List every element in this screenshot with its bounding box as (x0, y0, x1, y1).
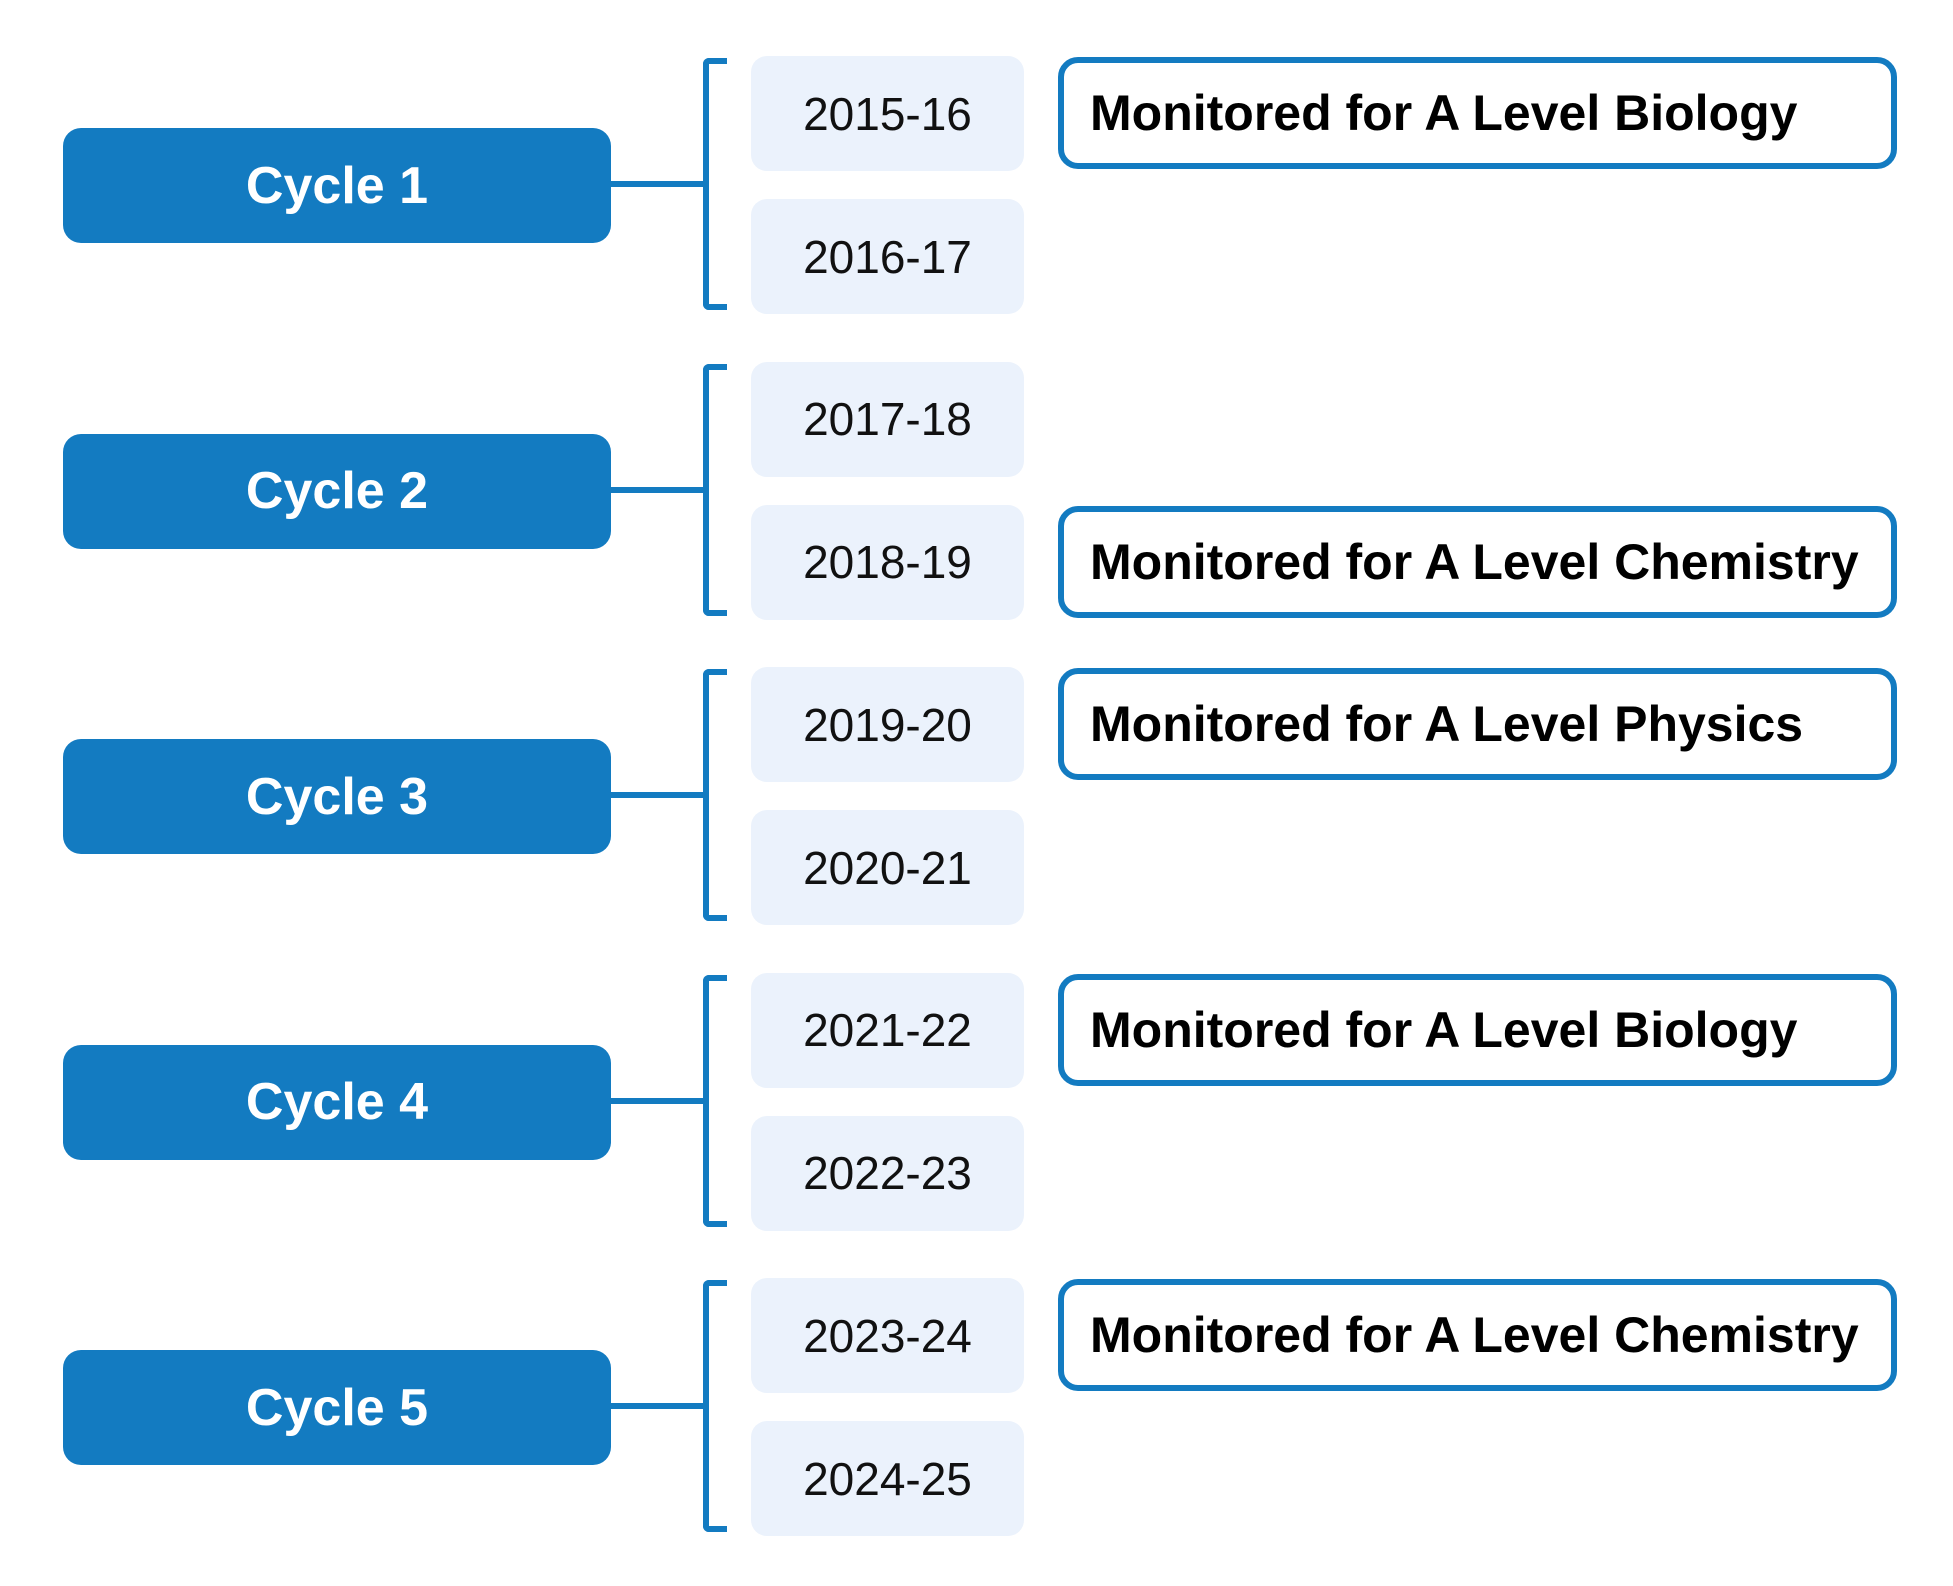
year-box: 2015-16 (751, 56, 1024, 171)
connector-line (611, 792, 705, 798)
monitored-note: Monitored for A Level Biology (1058, 973, 1897, 1086)
cycle-box: Cycle 1 (63, 128, 611, 243)
cycle-box: Cycle 2 (63, 433, 611, 549)
cycle-box: Cycle 3 (63, 739, 611, 854)
bracket (703, 58, 727, 310)
monitored-note: Monitored for A Level Chemistry (1058, 1279, 1897, 1391)
monitored-note: Monitored for A Level Physics (1058, 668, 1897, 780)
year-box: 2024-25 (751, 1421, 1024, 1536)
cycle-box: Cycle 5 (63, 1350, 611, 1465)
year-box: 2018-19 (751, 504, 1024, 620)
monitored-note: Monitored for A Level Chemistry (1058, 505, 1897, 618)
bracket (703, 669, 727, 921)
bracket (703, 363, 727, 616)
year-box: 2017-18 (751, 361, 1024, 477)
connector-line (611, 1097, 705, 1104)
cycle-box: Cycle 4 (63, 1044, 611, 1160)
year-box: 2016-17 (751, 199, 1024, 314)
year-box: 2019-20 (751, 667, 1024, 782)
monitored-note: Monitored for A Level Biology (1058, 57, 1897, 169)
year-box: 2020-21 (751, 810, 1024, 925)
connector-line (611, 486, 705, 493)
bracket (703, 1280, 727, 1532)
year-box: 2022-23 (751, 1115, 1024, 1231)
year-box: 2021-22 (751, 972, 1024, 1088)
connector-line (611, 181, 705, 187)
bracket (703, 974, 727, 1227)
year-box: 2023-24 (751, 1278, 1024, 1393)
connector-line (611, 1403, 705, 1409)
